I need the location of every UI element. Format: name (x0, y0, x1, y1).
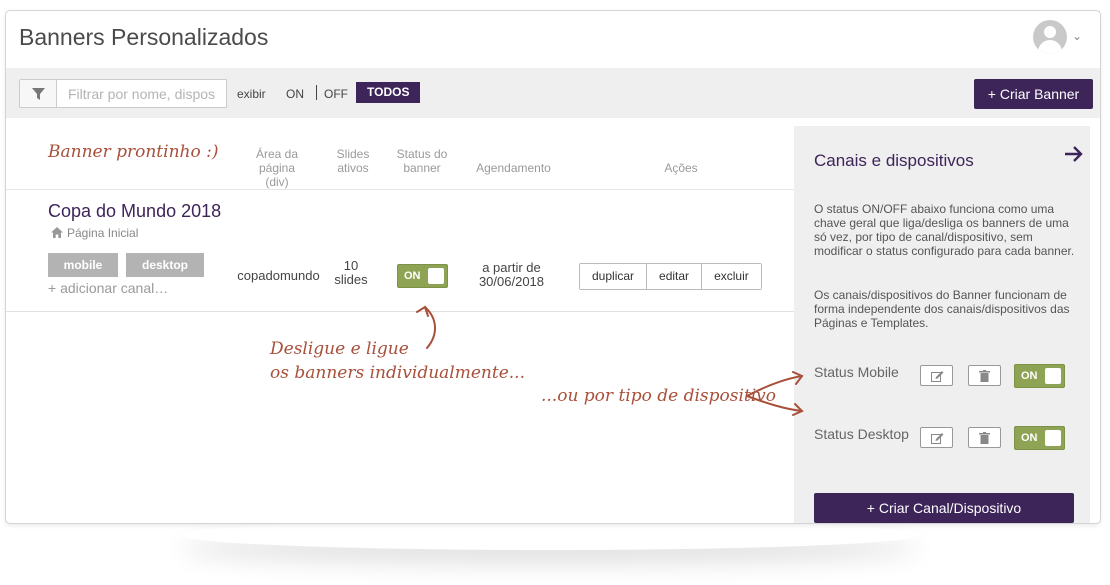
create-banner-button[interactable]: + Criar Banner (974, 79, 1093, 109)
banner-page: Página Inicial (51, 226, 138, 240)
trash-icon[interactable] (968, 365, 1001, 386)
banner-actions: duplicar editar excluir (579, 263, 762, 290)
header: Banners Personalizados ⌄ (6, 11, 1100, 68)
delete-button[interactable]: excluir (702, 264, 761, 289)
col-slides: Slides ativos (336, 147, 370, 175)
desktop-status-toggle[interactable]: ON (1014, 426, 1065, 450)
col-acoes: Ações (664, 161, 698, 175)
home-icon (51, 227, 63, 238)
device-annotation: ...ou por tipo de dispositivo (541, 386, 777, 406)
row-divider (6, 311, 794, 312)
chevron-down-icon[interactable]: ⌄ (1072, 29, 1082, 43)
banner-area: copadomundo (237, 268, 320, 283)
user-avatar-icon[interactable] (1033, 20, 1067, 54)
status-desktop-label: Status Desktop (814, 426, 909, 442)
edit-button[interactable]: editar (647, 264, 703, 289)
col-status: Status do banner (396, 147, 448, 175)
trash-icon[interactable] (968, 427, 1001, 448)
channel-chip-mobile[interactable]: mobile (48, 253, 118, 277)
panel-title: Canais e dispositivos (814, 151, 974, 170)
banner-schedule: a partir de 30/06/2018 (478, 260, 545, 289)
card-shadow (180, 520, 920, 550)
banner-slides: 10 slides (334, 258, 368, 287)
exibir-label: exibir (237, 87, 266, 101)
create-channel-button[interactable]: + Criar Canal/Dispositivo (814, 493, 1074, 523)
banner-status-toggle[interactable]: ON (397, 264, 448, 288)
filter-icon[interactable] (19, 79, 57, 108)
page-title: Banners Personalizados (19, 24, 269, 50)
panel-description-1: O status ON/OFF abaixo funciona como uma… (814, 202, 1075, 258)
status-mobile-label: Status Mobile (814, 364, 899, 380)
edit-icon[interactable] (920, 427, 953, 448)
duplicate-button[interactable]: duplicar (580, 264, 648, 289)
arrow-right-icon[interactable] (1064, 145, 1084, 163)
toolbar: exibir ON OFF TODOS + Criar Banner (6, 68, 1100, 118)
filter-off-option[interactable]: OFF (324, 87, 348, 101)
annotation-title: Banner prontinho :) (48, 142, 219, 162)
banners-card: Banners Personalizados ⌄ exibir ON OFF T… (5, 10, 1101, 524)
filter-todos-option[interactable]: TODOS (356, 82, 421, 103)
row-divider (6, 189, 794, 190)
filter-input[interactable] (56, 79, 227, 108)
col-agendamento: Agendamento (476, 161, 551, 175)
filter-separator (316, 85, 317, 100)
channel-chip-desktop[interactable]: desktop (126, 253, 204, 277)
col-area: Área da página (div) (255, 147, 299, 189)
channels-panel: Canais e dispositivos O status ON/OFF ab… (794, 126, 1090, 523)
panel-description-2: Os canais/dispositivos do Banner funcion… (814, 288, 1070, 330)
mobile-status-toggle[interactable]: ON (1014, 364, 1065, 388)
edit-icon[interactable] (920, 365, 953, 386)
filter-on-option[interactable]: ON (286, 87, 304, 101)
banner-name[interactable]: Copa do Mundo 2018 (48, 201, 221, 222)
add-channel-link[interactable]: + adicionar canal… (48, 280, 168, 296)
toggle-annotation: Desligue e ligue os banners individualmen… (270, 339, 525, 383)
